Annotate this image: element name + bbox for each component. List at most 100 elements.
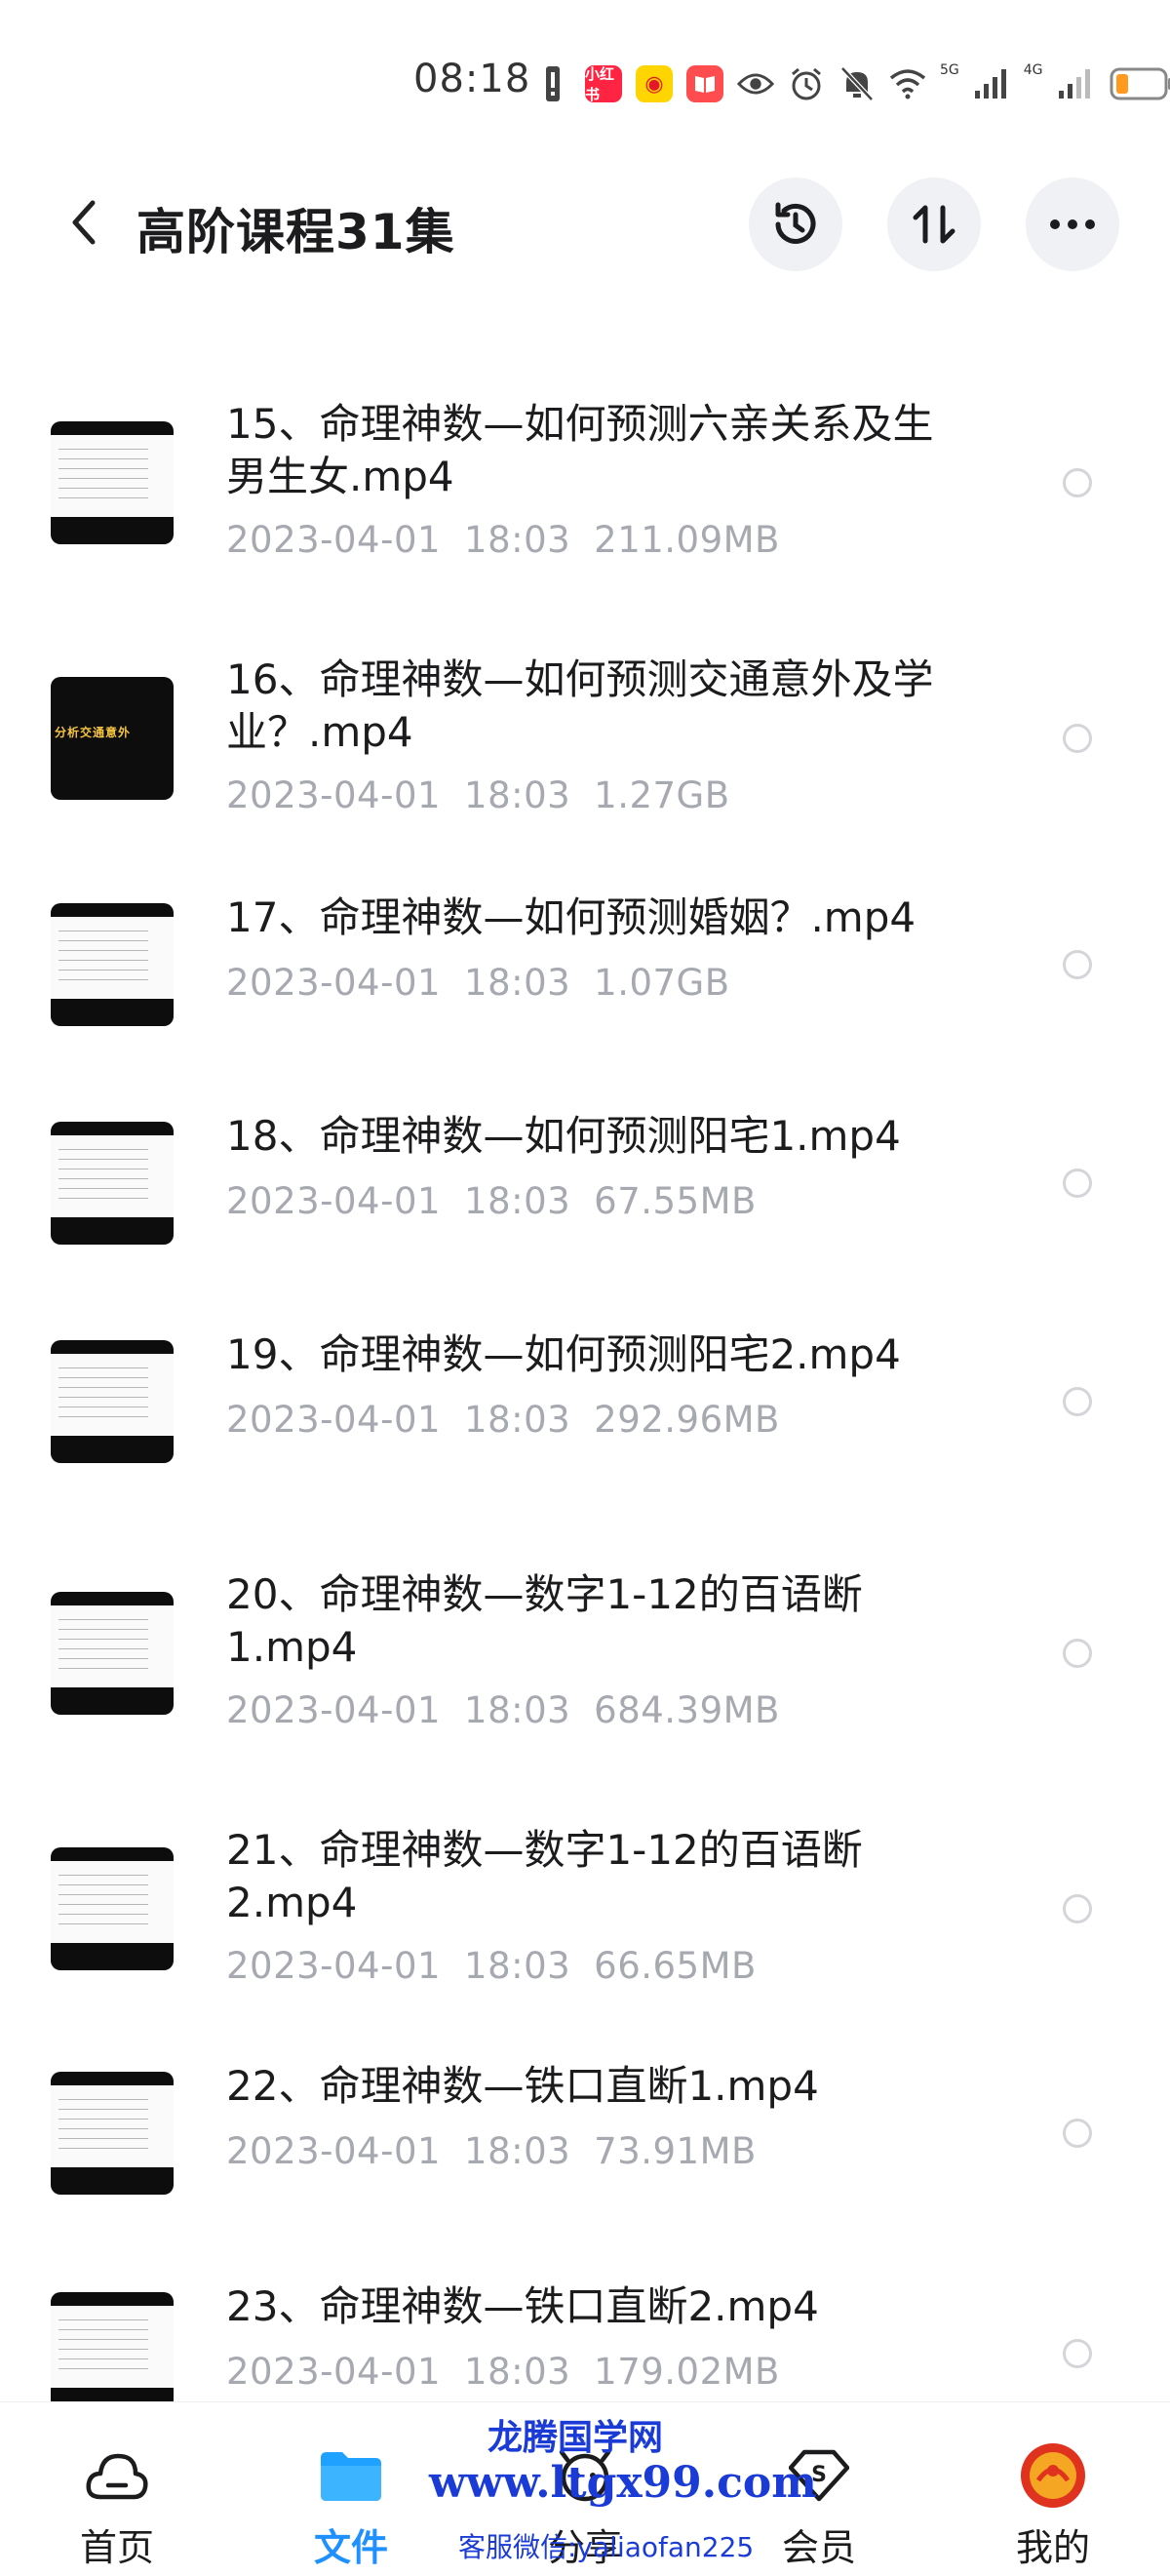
status-bar: 08:18 小红书 ◉ 5G 4G — [0, 0, 1170, 166]
video-thumbnail — [51, 903, 174, 1026]
file-time: 18:03 — [464, 519, 571, 561]
file-meta: 2023-04-01 18:03 684.39MB — [226, 1689, 780, 1731]
file-size: 1.27GB — [594, 774, 730, 816]
video-thumbnail — [51, 421, 174, 544]
file-name: 15、命理神数—如何预测六亲关系及生男生女.mp4 — [226, 400, 934, 500]
status-icons: 小红书 ◉ 5G 4G — [534, 60, 1170, 107]
chevron-left-icon — [72, 200, 96, 245]
video-thumbnail — [51, 1340, 174, 1463]
file-meta: 2023-04-01 18:03 292.96MB — [226, 1399, 780, 1441]
file-date: 2023-04-01 — [226, 1399, 442, 1441]
nav-home[interactable]: 首页 — [29, 2402, 205, 2576]
file-name: 19、命理神数—如何预测阳宅2.mp4 — [226, 1330, 901, 1378]
file-name: 22、命理神数—铁口直断1.mp4 — [226, 2062, 819, 2110]
file-time: 18:03 — [464, 2130, 571, 2172]
page-title: 高阶课程31集 — [136, 204, 455, 260]
history-button[interactable] — [749, 178, 842, 271]
nav-label: 会员 — [781, 2526, 856, 2569]
vip-icon: S — [785, 2441, 853, 2510]
nav-label: 我的 — [1015, 2526, 1090, 2569]
file-meta: 2023-04-01 18:03 67.55MB — [226, 1180, 757, 1222]
select-checkbox[interactable] — [1063, 1387, 1092, 1416]
video-thumbnail — [51, 1592, 174, 1715]
sort-button[interactable] — [887, 178, 981, 271]
file-date: 2023-04-01 — [226, 2130, 442, 2172]
bottom-nav: 首页 文件 分享 S 会员 我的 — [0, 2401, 1170, 2576]
select-checkbox[interactable] — [1063, 950, 1092, 979]
sort-icon — [913, 205, 956, 244]
file-date: 2023-04-01 — [226, 1945, 442, 1987]
file-time: 18:03 — [464, 1689, 571, 1731]
folder-icon — [317, 2441, 385, 2510]
back-button[interactable] — [57, 195, 111, 250]
signal-icon — [973, 65, 1010, 102]
file-meta: 2023-04-01 18:03 211.09MB — [226, 519, 780, 561]
nav-label: 分享 — [547, 2526, 622, 2569]
nav-files[interactable]: 文件 — [263, 2402, 439, 2576]
file-date: 2023-04-01 — [226, 519, 442, 561]
file-size: 73.91MB — [594, 2130, 757, 2172]
file-name: 20、命理神数—数字1-12的百语断1.mp4 — [226, 1570, 863, 1671]
history-icon — [775, 202, 816, 244]
file-meta: 2023-04-01 18:03 1.07GB — [226, 962, 730, 1004]
file-time: 18:03 — [464, 1399, 571, 1441]
file-time: 18:03 — [464, 2351, 571, 2393]
file-date: 2023-04-01 — [226, 774, 442, 816]
file-name: 16、命理神数—如何预测交通意外及学业？.mp4 — [226, 655, 934, 756]
video-thumbnail — [51, 2072, 174, 2195]
more-icon — [1050, 219, 1095, 229]
weibo-icon: ◉ — [636, 65, 673, 102]
file-time: 18:03 — [464, 962, 571, 1004]
avatar-icon — [1019, 2441, 1087, 2510]
file-size: 684.39MB — [594, 1689, 780, 1731]
select-checkbox[interactable] — [1063, 468, 1092, 497]
video-thumbnail: 分析交通意外 — [51, 677, 174, 800]
header: 高阶课程31集 — [0, 174, 1170, 271]
nav-share[interactable]: 分享 — [497, 2402, 673, 2576]
file-meta: 2023-04-01 18:03 66.65MB — [226, 1945, 757, 1987]
file-size: 67.55MB — [594, 1180, 757, 1222]
wifi-icon — [889, 65, 926, 102]
home-cloud-icon — [83, 2441, 151, 2510]
file-time: 18:03 — [464, 1945, 571, 1987]
file-size: 292.96MB — [594, 1399, 780, 1441]
select-checkbox[interactable] — [1063, 2119, 1092, 2148]
xiaohongshu-icon: 小红书 — [585, 65, 622, 103]
file-meta: 2023-04-01 18:03 1.27GB — [226, 774, 730, 816]
network-5g-label: 5G — [940, 62, 959, 78]
file-size: 179.02MB — [594, 2351, 780, 2393]
file-size: 66.65MB — [594, 1945, 757, 1987]
share-icon — [551, 2441, 619, 2510]
nav-label: 首页 — [79, 2526, 154, 2569]
file-date: 2023-04-01 — [226, 2351, 442, 2393]
video-thumbnail — [51, 2292, 174, 2415]
signal-icon-2 — [1057, 65, 1094, 102]
nav-profile[interactable]: 我的 — [965, 2402, 1141, 2576]
file-size: 1.07GB — [594, 962, 730, 1004]
select-checkbox[interactable] — [1063, 1169, 1092, 1198]
alert-icon — [534, 65, 571, 102]
file-date: 2023-04-01 — [226, 1180, 442, 1222]
mute-icon — [838, 65, 876, 102]
nav-label: 文件 — [313, 2526, 388, 2569]
select-checkbox[interactable] — [1063, 2339, 1092, 2368]
select-checkbox[interactable] — [1063, 1639, 1092, 1668]
file-date: 2023-04-01 — [226, 1689, 442, 1731]
file-name: 18、命理神数—如何预测阳宅1.mp4 — [226, 1112, 901, 1160]
more-button[interactable] — [1026, 178, 1119, 271]
book-app-icon — [686, 65, 723, 102]
status-time: 08:18 — [413, 57, 531, 101]
video-thumbnail — [51, 1847, 174, 1970]
nav-vip[interactable]: S 会员 — [731, 2402, 907, 2576]
file-name: 17、命理神数—如何预测婚姻？.mp4 — [226, 893, 916, 941]
file-time: 18:03 — [464, 774, 571, 816]
file-name: 21、命理神数—数字1-12的百语断2.mp4 — [226, 1826, 863, 1926]
select-checkbox[interactable] — [1063, 724, 1092, 753]
video-thumbnail — [51, 1122, 174, 1245]
file-time: 18:03 — [464, 1180, 571, 1222]
select-checkbox[interactable] — [1063, 1894, 1092, 1923]
file-size: 211.09MB — [594, 519, 780, 561]
alarm-icon — [788, 65, 825, 102]
eye-icon — [737, 65, 774, 102]
file-meta: 2023-04-01 18:03 179.02MB — [226, 2351, 780, 2393]
